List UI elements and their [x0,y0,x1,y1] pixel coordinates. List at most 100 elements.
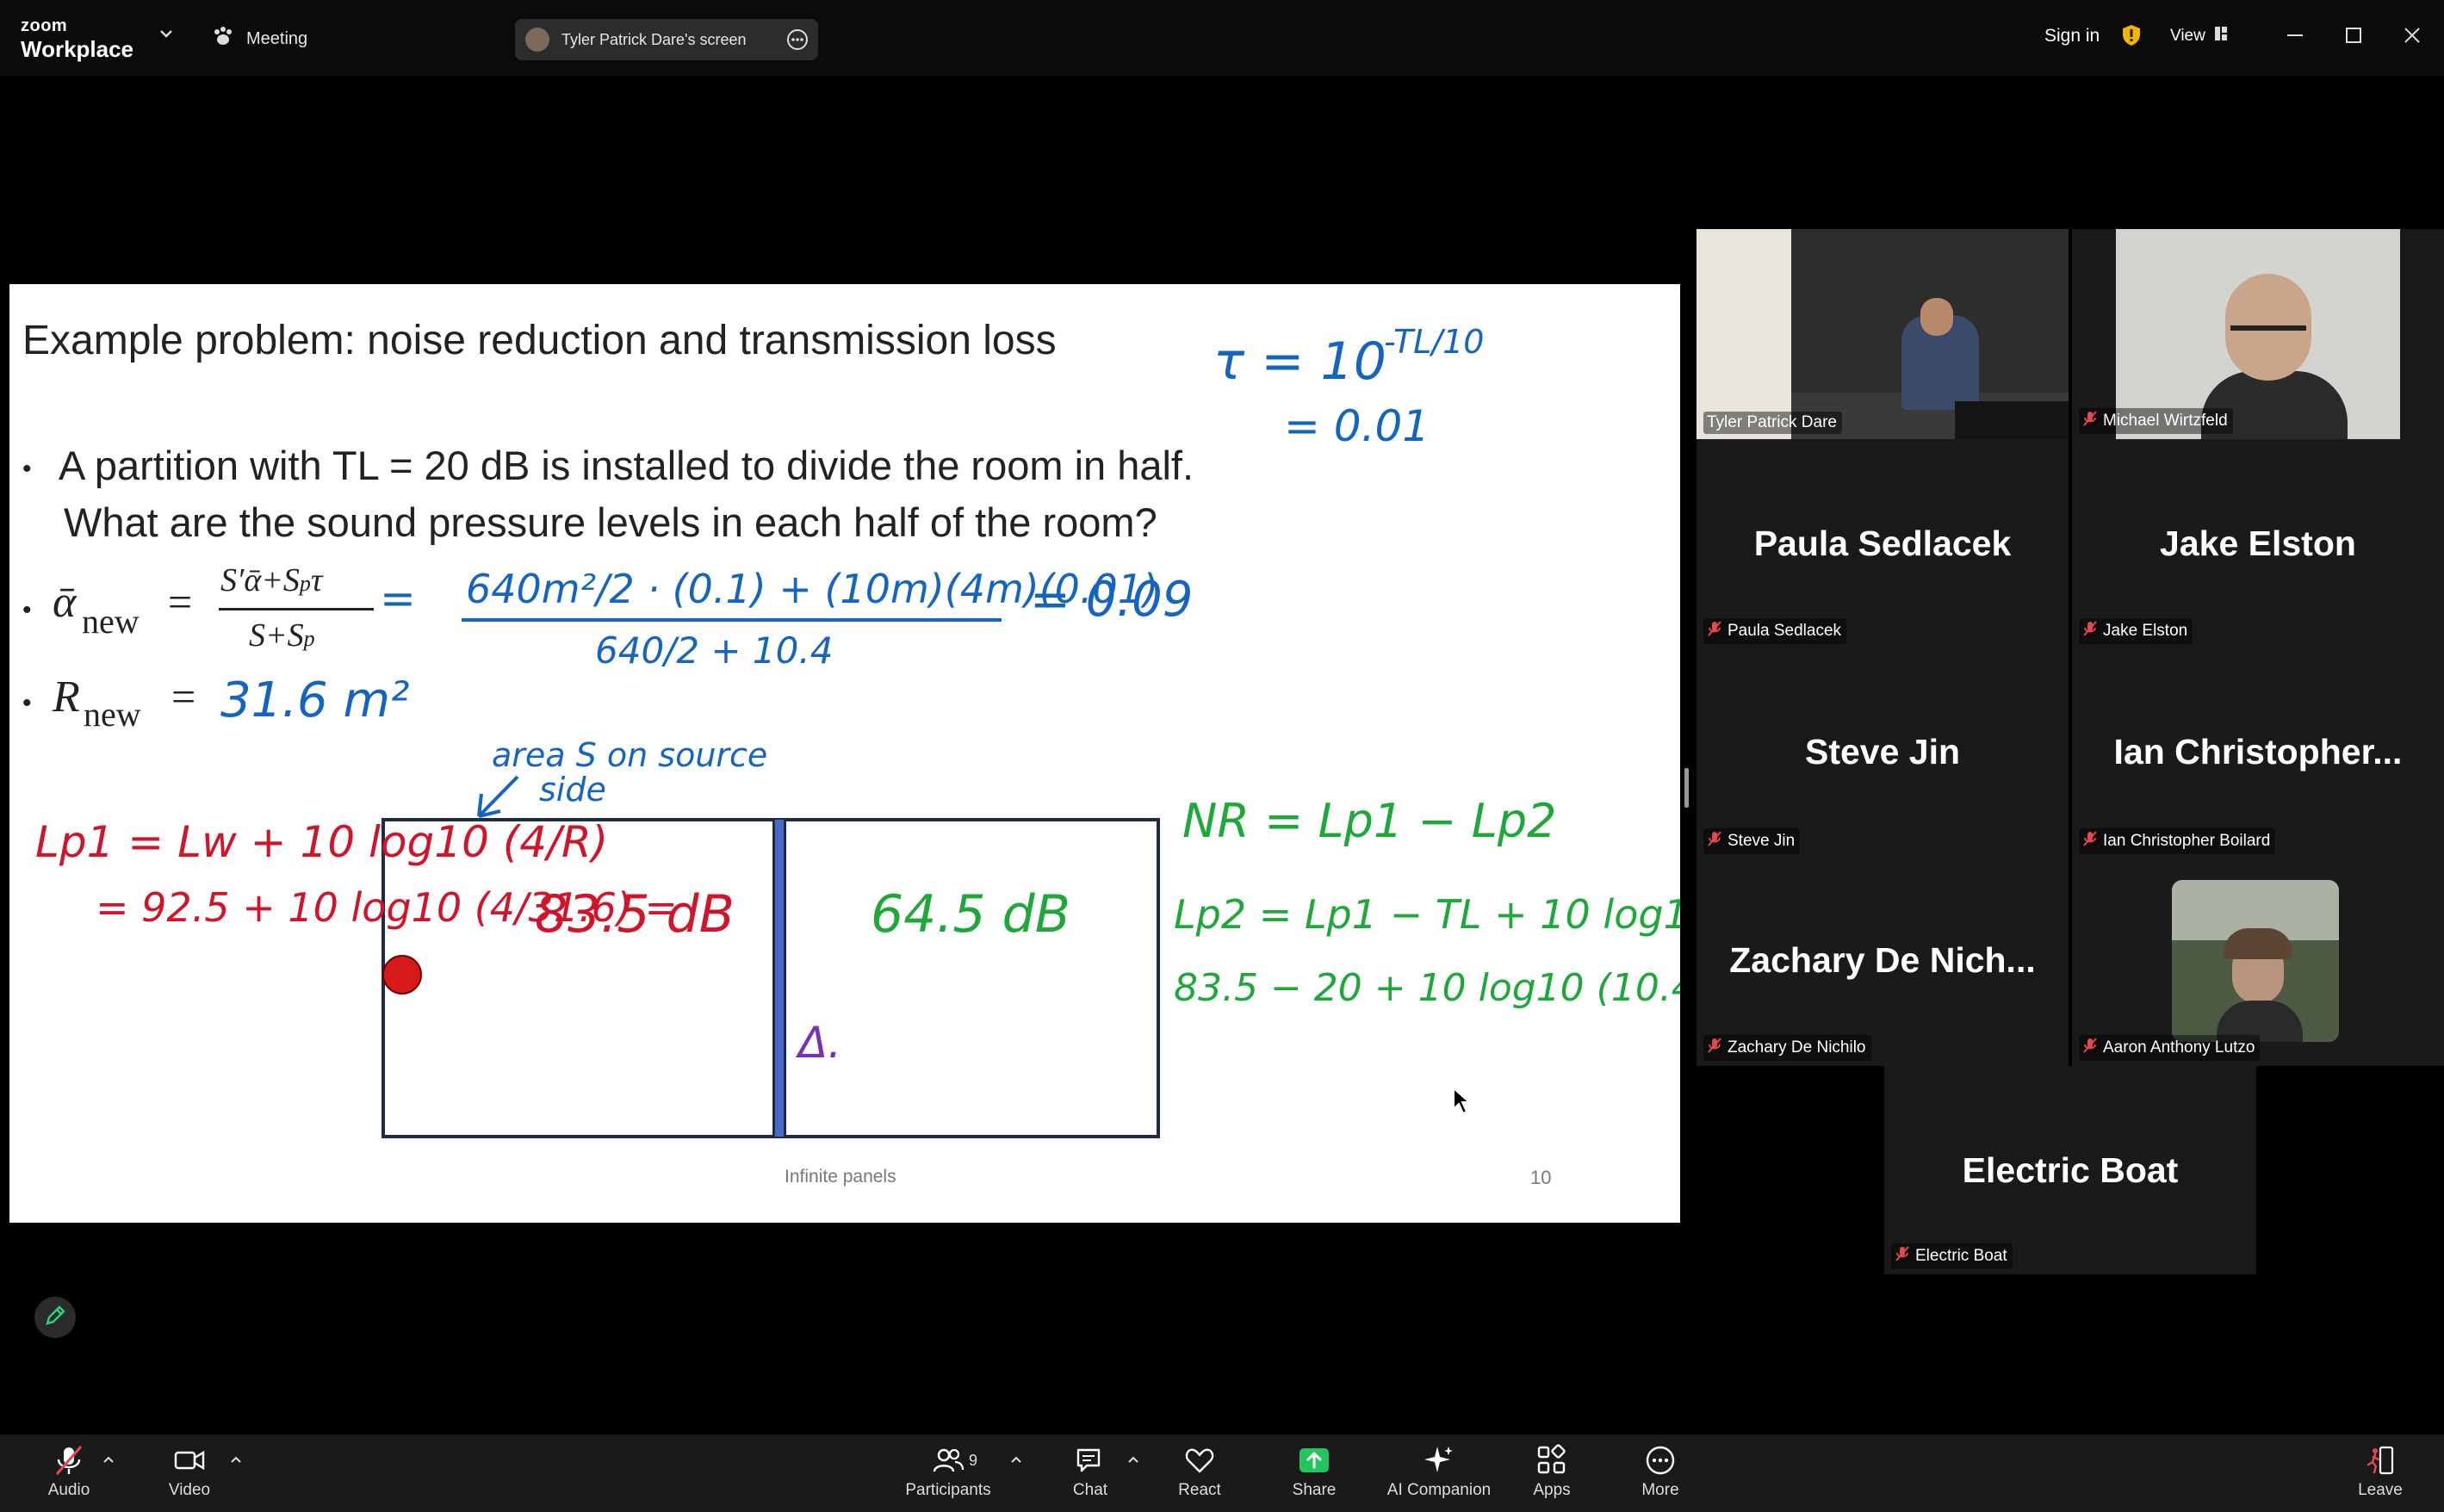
participants-icon [931,1443,965,1481]
chevron-down-icon[interactable] [158,28,174,44]
participants-count: 9 [969,1452,978,1469]
mic-muted-icon [2082,830,2098,852]
leave-button[interactable]: Leave [2320,1443,2441,1500]
apps-button[interactable]: Apps [1492,1443,1612,1500]
lp1-formula: Lp1 = Lw + 10 log10 (4/R) [35,817,608,867]
alpha-equals-ink: = [380,573,416,623]
video-tile-ian-christopher-boilard[interactable]: Ian Christopher... Ian Christopher Boila… [2072,649,2444,859]
share-button[interactable]: Share [1254,1443,1374,1500]
room1-level: 83.5 dB [535,884,735,945]
participant-name-tag: Paula Sedlacek [1703,618,1847,644]
close-icon[interactable] [2403,22,2422,53]
mic-muted-icon [1707,830,1722,852]
participant-name-tag: Tyler Patrick Dare [1703,412,1842,434]
area-arrow [477,775,519,818]
video-feed-window [1697,229,1791,439]
chat-label: Chat [1072,1481,1108,1499]
view-label: View [2170,27,2205,45]
shared-slide: Example problem: noise reduction and tra… [9,284,1680,1223]
video-tile-aaron-anthony-lutzo[interactable]: Aaron Anthony Lutzo [2072,859,2444,1066]
annotate-button[interactable] [34,1297,76,1338]
video-options-caret-icon[interactable] [229,1453,243,1469]
mouse-cursor-icon [1452,1086,1473,1120]
alpha-denominator-ink: 640/2 + 10.4 [595,629,833,672]
video-tile-steve-jin[interactable]: Steve Jin Steve Jin [1697,649,2069,859]
alpha-result: = 0.09 [1030,572,1193,628]
mic-muted-icon [1895,1245,1910,1267]
shield-icon[interactable] [2122,24,2141,51]
room2-level: 64.5 dB [871,884,1070,945]
audio-options-caret-icon[interactable] [102,1453,115,1469]
video-button[interactable]: Video [129,1443,250,1500]
brand-bottom: Workplace [21,36,134,62]
share-pill-label: Tyler Patrick Dare's screen [561,30,747,48]
participant-name-tag: Steve Jin [1703,828,1801,854]
ai-companion-label: AI Companion [1386,1481,1492,1499]
participant-display-name: Jake Elston [2160,524,2356,563]
participant-name-tag: Electric Boat [1891,1243,2013,1269]
ai-companion-button[interactable]: AI Companion [1379,1443,1499,1500]
video-camera-icon [172,1443,207,1481]
more-button[interactable]: More [1600,1443,1721,1500]
sign-in-button[interactable]: Sign in [2044,26,2100,46]
react-button[interactable]: React [1139,1443,1260,1500]
brand-top: zoom [21,16,68,35]
video-feed-glasses [2230,325,2306,331]
minimize-icon[interactable] [2286,22,2304,53]
profile-photo [2172,880,2339,1042]
tau-exponent: -TL/10 [1384,323,1485,361]
video-label: Video [168,1481,211,1499]
area-note-line2: side [539,771,606,809]
area-note-line1: area S on source [492,736,767,774]
maximize-icon[interactable] [2344,22,2363,53]
panel-resize-handle[interactable] [1684,768,1689,808]
meeting-label: Meeting [246,28,308,48]
grid-view-icon [2214,26,2228,46]
audio-button[interactable]: Audio [9,1443,129,1500]
participant-name-tag: Zachary De Nichilo [1703,1035,1871,1061]
chat-options-caret-icon[interactable] [1126,1453,1140,1469]
triangle-mark: Δ. [795,1018,841,1068]
participants-button[interactable]: Participants [888,1443,1008,1500]
zoom-logo: zoom Workplace [21,17,133,60]
share-screen-icon [1297,1443,1331,1481]
meeting-menu[interactable]: Meeting [212,26,307,52]
mic-muted-icon [2082,1037,2098,1059]
participant-display-name: Zachary De Nich... [1729,940,2036,980]
screen-share-pill[interactable]: Tyler Patrick Dare's screen [515,19,818,60]
more-label: More [1641,1481,1679,1499]
video-tile-electric-boat[interactable]: Electric Boat Electric Boat [1884,1066,2256,1274]
participant-display-name: Steve Jin [1804,732,1961,771]
more-options-icon[interactable] [785,28,809,56]
view-button[interactable]: View [2170,26,2228,46]
r-value: 31.6 m² [220,672,410,728]
mic-muted-icon [2082,410,2098,432]
slide-page-number: 10 [1530,1167,1552,1188]
participant-display-name: Electric Boat [1962,1150,2179,1190]
lp2-formula: Lp2 = Lp1 − TL + 10 log10 (Sp/R2) [1174,891,1680,938]
chat-button[interactable]: Chat [1030,1443,1151,1500]
sparkle-icon [1422,1443,1456,1481]
video-feed-face [1920,298,1953,336]
participant-display-name: Ian Christopher... [2113,732,2403,771]
calculation-line: 83.5 − 20 + 10 log10 (10.4/31.6) [1174,966,1680,1010]
video-tile-zachary-de-nichilo[interactable]: Zachary De Nich... Zachary De Nichilo [1697,859,2069,1066]
paw-icon [212,26,234,52]
mic-muted-icon [1707,620,1722,642]
video-tile-michael-wirtzfeld[interactable]: Michael Wirtzfeld [2072,229,2444,439]
participant-name-tag: Michael Wirtzfeld [2079,408,2233,434]
video-tile-tyler-patrick-dare[interactable]: Tyler Patrick Dare [1697,229,2069,439]
participant-name-tag: Jake Elston [2079,618,2193,644]
nr-formula: NR = Lp1 − Lp2 [1182,794,1557,848]
leave-label: Leave [2358,1481,2403,1499]
tau-expression: τ = 10 [1213,332,1386,392]
slide-footer: Infinite panels [785,1167,896,1187]
more-icon [1643,1443,1678,1481]
video-tile-paula-sedlacek[interactable]: Paula Sedlacek Paula Sedlacek [1697,439,2069,649]
mic-muted-icon [2082,620,2098,642]
pencil-icon [43,1304,67,1332]
participants-options-caret-icon[interactable] [1009,1453,1023,1469]
apps-label: Apps [1533,1481,1571,1499]
video-tile-jake-elston[interactable]: Jake Elston Jake Elston [2072,439,2444,649]
participant-name-tag: Ian Christopher Boilard [2079,828,2276,854]
